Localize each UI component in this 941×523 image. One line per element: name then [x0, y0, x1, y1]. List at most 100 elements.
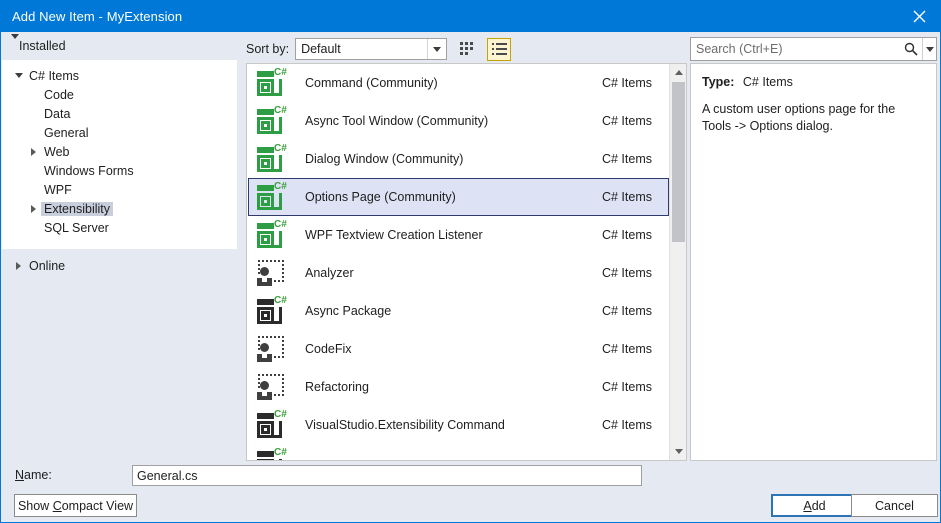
list-item-name: Command (Community) [305, 76, 438, 90]
tree-item-label: General [44, 125, 89, 140]
tree-item-label: Extensibility [41, 201, 113, 216]
chevron-right-icon [26, 204, 41, 213]
list-item[interactable]: C# VisualStudio.Extensibility Command C#… [248, 406, 669, 444]
scroll-up-icon[interactable] [670, 64, 686, 81]
list-item-name: Async Tool Window (Community) [305, 114, 489, 128]
list-item-type: C# Items [601, 228, 652, 242]
tree-group-online-row[interactable]: Online [2, 256, 237, 275]
installed-tree: C# Items Code Data General Web Windows F [2, 60, 237, 249]
list-item-name: Refactoring [305, 380, 369, 394]
list-item-partial[interactable]: C# [248, 444, 669, 460]
sort-by-value: Default [301, 42, 341, 56]
search-input[interactable] [691, 42, 900, 56]
tree-item-label: C# Items [29, 68, 80, 83]
list-item[interactable]: C# WPF Textview Creation Listener C# Ite… [248, 216, 669, 254]
list-view-icon[interactable] [487, 37, 512, 61]
list-item-selected[interactable]: C# Options Page (Community) C# Items [248, 178, 669, 216]
tree-item-extensibility[interactable]: Extensibility [2, 199, 237, 218]
list-item-name: Options Page (Community) [305, 190, 456, 204]
title-bar: Add New Item - MyExtension [1, 1, 940, 32]
sort-by-label: Sort by: [246, 42, 290, 56]
analyzer-icon [255, 333, 287, 365]
list-item-name: Analyzer [305, 266, 354, 280]
chevron-down-icon[interactable] [922, 38, 936, 60]
template-list-items: C# Command (Community) C# Items C# Async… [247, 64, 670, 460]
tree-item-web[interactable]: Web [2, 142, 237, 161]
vs-package-icon: C# [255, 295, 287, 327]
vs-package-icon: C# [255, 181, 287, 213]
list-item-type: C# Items [601, 380, 652, 394]
name-label: Name: [15, 468, 52, 482]
template-list: C# Command (Community) C# Items C# Async… [246, 63, 687, 461]
name-input[interactable] [132, 465, 642, 486]
list-item[interactable]: C# Async Tool Window (Community) C# Item… [248, 102, 669, 140]
list-item[interactable]: Analyzer C# Items [248, 254, 669, 292]
scroll-down-icon[interactable] [670, 443, 686, 460]
window-title: Add New Item - MyExtension [12, 9, 183, 24]
vs-package-icon: C# [255, 219, 287, 251]
tree-item-label: Web [44, 144, 70, 159]
list-item-type: C# Items [601, 152, 652, 166]
list-item-name: CodeFix [305, 342, 352, 356]
list-item-type: C# Items [601, 266, 652, 280]
tree-item-label: Windows Forms [44, 163, 134, 178]
tree-group-online[interactable]: Online [2, 249, 237, 275]
list-item[interactable]: C# Async Package C# Items [248, 292, 669, 330]
chevron-down-icon [11, 34, 19, 53]
tree-item-windows-forms[interactable]: Windows Forms [2, 161, 237, 180]
vs-package-icon: C# [255, 409, 287, 441]
search-box[interactable] [690, 37, 937, 61]
tree-item-label: WPF [44, 182, 72, 197]
tree-item-label: SQL Server [44, 220, 109, 235]
list-item[interactable]: C# Command (Community) C# Items [248, 64, 669, 102]
vs-package-icon: C# [255, 447, 287, 460]
show-compact-view-button[interactable]: Show Compact View [14, 494, 137, 517]
search-icon[interactable] [900, 42, 922, 56]
list-item-type: C# Items [601, 342, 652, 356]
category-tree-panel: Installed C# Items Code Data General Web… [2, 32, 237, 464]
tree-item-label: Data [44, 106, 71, 121]
list-scrollbar[interactable] [669, 64, 686, 460]
list-item-name: Dialog Window (Community) [305, 152, 464, 166]
list-item-type: C# Items [601, 114, 652, 128]
list-item-name: WPF Textview Creation Listener [305, 228, 483, 242]
cancel-button[interactable]: Cancel [851, 494, 938, 517]
list-item[interactable]: CodeFix C# Items [248, 330, 669, 368]
tree-item-sql-server[interactable]: SQL Server [2, 218, 237, 237]
list-item-name: Async Package [305, 304, 392, 318]
show-compact-view-label: Show Compact View [17, 498, 134, 513]
cancel-button-label: Cancel [875, 498, 914, 513]
tree-group-installed-label: Installed [19, 39, 66, 53]
details-type-label: Type: [702, 75, 735, 89]
chevron-right-icon [26, 147, 41, 156]
sort-by-select[interactable]: Default [295, 38, 448, 60]
grid-view-icon[interactable] [455, 38, 479, 61]
tree-item-wpf[interactable]: WPF [2, 180, 237, 199]
tree-item-data[interactable]: Data [2, 104, 237, 123]
list-item-type: C# Items [601, 76, 652, 90]
vs-package-icon: C# [255, 143, 287, 175]
tree-item-general[interactable]: General [2, 123, 237, 142]
details-type-row: Type: C# Items [702, 75, 926, 89]
tree-group-installed[interactable]: Installed [2, 32, 237, 60]
list-item-type: C# Items [601, 304, 652, 318]
list-item[interactable]: C# Dialog Window (Community) C# Items [248, 140, 669, 178]
tree-item-label: Code [44, 87, 74, 102]
scrollbar-thumb[interactable] [672, 82, 685, 242]
add-button[interactable]: Add [771, 494, 858, 517]
chevron-right-icon [11, 261, 26, 270]
list-item-name: VisualStudio.Extensibility Command [305, 418, 505, 432]
vs-package-icon: C# [255, 67, 287, 99]
close-icon[interactable] [896, 1, 940, 32]
add-new-item-dialog: Add New Item - MyExtension Installed C# … [0, 0, 941, 523]
details-pane: Type: C# Items A custom user options pag… [690, 63, 937, 461]
list-item[interactable]: Refactoring C# Items [248, 368, 669, 406]
sort-toolbar: Sort by: Default [246, 37, 671, 61]
tree-item-csharp-items[interactable]: C# Items [2, 66, 237, 85]
chevron-down-icon [11, 73, 26, 78]
analyzer-icon [255, 257, 287, 289]
tree-item-code[interactable]: Code [2, 85, 237, 104]
add-button-label: Add [803, 498, 826, 513]
tree-group-online-label: Online [29, 258, 66, 273]
analyzer-icon [255, 371, 287, 403]
